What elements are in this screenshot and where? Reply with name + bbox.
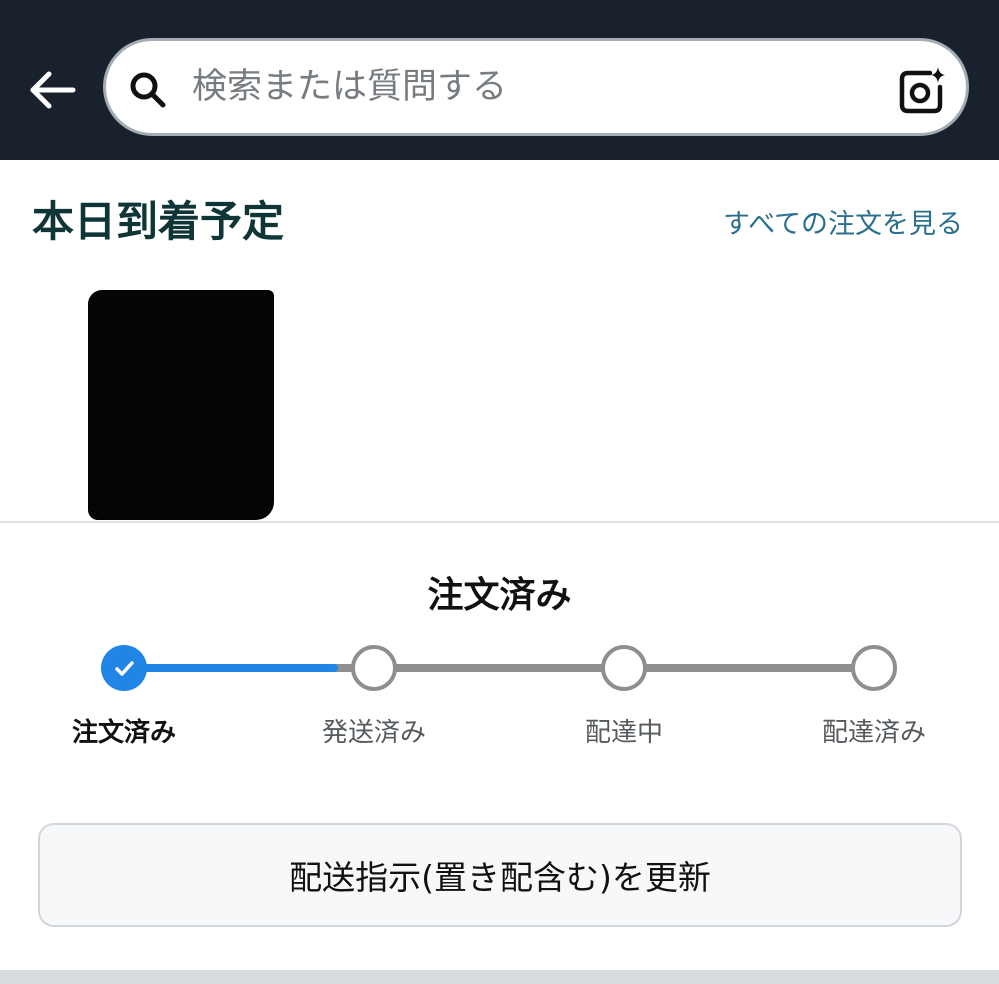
back-button[interactable] bbox=[24, 62, 80, 118]
check-icon bbox=[115, 661, 134, 676]
product-image[interactable] bbox=[88, 290, 274, 520]
step-delivered-label: 配達済み bbox=[821, 718, 926, 748]
progress-fill bbox=[124, 664, 338, 672]
search-input[interactable] bbox=[192, 59, 872, 115]
step-shipped-dot bbox=[351, 645, 397, 691]
step-out-for-delivery-dot bbox=[601, 645, 647, 691]
step-shipped-label: 発送済み bbox=[321, 718, 426, 748]
top-header bbox=[0, 0, 999, 160]
search-bar[interactable] bbox=[103, 38, 969, 136]
step-ordered-dot bbox=[101, 645, 147, 691]
section-title: 本日到着予定 bbox=[32, 197, 285, 246]
camera-sparkle-icon[interactable] bbox=[896, 65, 948, 117]
step-ordered-label: 注文済み bbox=[71, 718, 176, 748]
order-status-title: 注文済み bbox=[427, 575, 572, 616]
bottom-separator bbox=[0, 970, 999, 984]
divider bbox=[0, 521, 999, 523]
search-icon bbox=[130, 72, 166, 108]
arrow-left-icon bbox=[30, 71, 76, 109]
update-delivery-instructions-button[interactable]: 配送指示(置き配含む)を更新 bbox=[38, 823, 962, 927]
step-out-for-delivery-label: 配達中 bbox=[584, 718, 663, 748]
view-all-orders-link[interactable]: すべての注文を見る bbox=[723, 202, 963, 241]
step-delivered-dot bbox=[851, 645, 897, 691]
